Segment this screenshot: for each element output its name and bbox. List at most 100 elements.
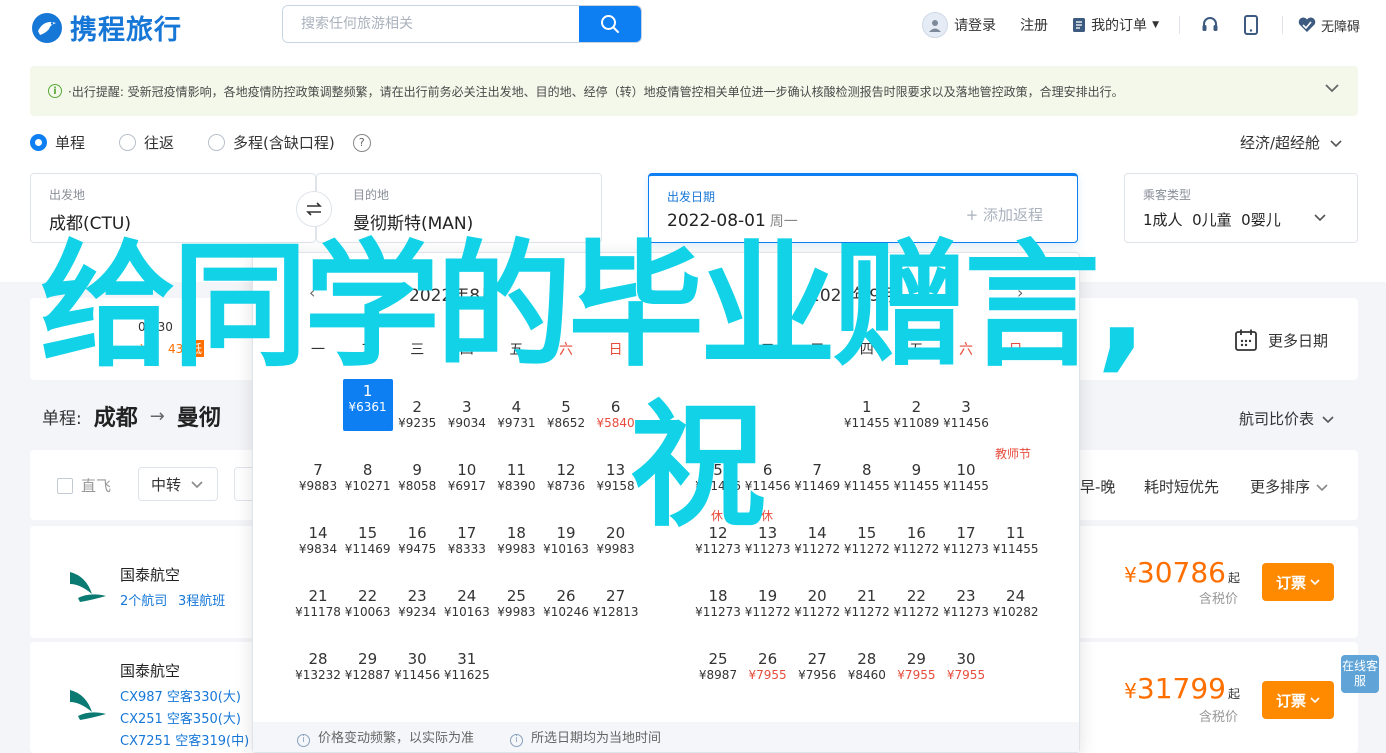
calendar-day[interactable]: 29 ¥12887 (343, 651, 393, 683)
calendar-day[interactable]: 9 ¥8058 (392, 462, 442, 494)
calendar-day[interactable]: 17 ¥8333 (442, 525, 492, 557)
calendar-day[interactable]: 25 ¥9983 (491, 588, 541, 620)
book-button[interactable]: 订票 (1262, 681, 1334, 719)
chevron-down-icon[interactable] (1324, 80, 1340, 96)
add-return-button[interactable]: + 添加返程 (966, 204, 1043, 225)
calendar-day[interactable]: 27 ¥12813 (591, 588, 641, 620)
day-number: 17 (956, 524, 976, 542)
calendar-day[interactable]: 11 ¥8390 (491, 461, 541, 494)
more-dates-button[interactable]: 更多日期 (1234, 328, 1328, 352)
calendar-day[interactable]: 10 ¥11455 (941, 462, 991, 494)
calendar-day[interactable]: 27 ¥7956 (792, 651, 842, 683)
overlay-caption-line1: 给同学的毕业赠言, (40, 228, 1148, 386)
calendar-day[interactable]: 18 ¥11273 (693, 588, 743, 620)
calendar-day[interactable]: 10 ¥6917 (442, 462, 492, 494)
day-price: ¥9034 (447, 416, 486, 430)
calendar-day[interactable]: 12 ¥8736 (541, 462, 591, 494)
calendar-day[interactable]: 16 ¥9475 (392, 525, 442, 557)
route-arrow: → (149, 405, 165, 427)
direct-only-checkbox[interactable]: 直飞 (57, 475, 111, 496)
radio-dot (119, 134, 137, 151)
calendar-day[interactable]: 21 ¥11178 (293, 588, 343, 620)
calendar-day[interactable]: 8 ¥11455 (842, 462, 892, 494)
passenger-field[interactable]: 乘客类型 1成人 0儿童 0婴儿 (1124, 173, 1358, 243)
calendar-day[interactable]: 23 ¥11273 (941, 588, 991, 620)
calendar-day[interactable]: 30 ¥11456 (392, 651, 442, 683)
calendar-day[interactable]: 5 ¥8652 (541, 399, 591, 431)
calendar-day[interactable]: 21 ¥11272 (842, 588, 892, 620)
calendar-day[interactable]: 19 ¥11272 (743, 588, 793, 620)
day-price: ¥9983 (497, 605, 536, 619)
calendar-day[interactable]: 14 ¥9834 (293, 525, 343, 557)
calendar-day[interactable]: 26 ¥7955 (743, 651, 793, 683)
calendar-day[interactable]: 20 ¥11272 (792, 588, 842, 620)
mobile-app-button[interactable] (1243, 15, 1258, 35)
register-link[interactable]: 注册 (1020, 15, 1048, 35)
help-question-icon[interactable]: ? (352, 133, 371, 152)
chevron-down-icon (191, 481, 203, 489)
calendar-day[interactable]: 14 ¥11272 (792, 525, 842, 557)
calendar-day[interactable]: 9 ¥11455 (891, 462, 941, 494)
calendar-day[interactable]: 7 ¥11469 (792, 462, 842, 494)
radio-round-trip[interactable]: 往返 (119, 132, 174, 153)
calendar-day[interactable]: 18 ¥9983 (491, 525, 541, 557)
notice-text: ·出行提醒: 受新冠疫情影响，各地疫情防控政策调整频繁，请在出行前务必关注出发地… (68, 84, 1124, 99)
calendar-day[interactable]: 1 ¥11455 (842, 399, 892, 431)
calendar-day[interactable]: 28 ¥13232 (293, 651, 343, 683)
info-icon: i (510, 733, 524, 747)
calendar-day[interactable]: 22 ¥10063 (343, 588, 393, 620)
online-service-button[interactable]: 在线客服 (1341, 655, 1379, 693)
my-orders-menu[interactable]: 我的订单 ▼ (1072, 15, 1159, 35)
flight-number-link[interactable]: CX251 空客350(大) (120, 708, 241, 727)
radio-one-way[interactable]: 单程 (30, 132, 85, 153)
flight-number-link[interactable]: CX7251 空客319(中) (120, 730, 249, 749)
customer-service-button[interactable] (1200, 15, 1220, 35)
transfer-filter[interactable]: 中转 (138, 467, 218, 501)
calendar-day[interactable]: 11 ¥11455 (991, 525, 1041, 557)
calendar-day[interactable]: 4 ¥9731 (491, 399, 541, 431)
swap-arrows-icon (306, 202, 322, 216)
cabin-class-label: 经济/超经舱 (1239, 134, 1320, 152)
calendar-day[interactable]: 29 ¥7955 (891, 651, 941, 683)
calendar-day[interactable]: 3 ¥9034 (442, 399, 492, 431)
calendar-day[interactable]: 2 ¥11089 (891, 399, 941, 431)
calendar-day[interactable]: 28 ¥8460 (842, 651, 892, 683)
calendar-day[interactable]: 23 ¥9234 (392, 588, 442, 620)
sort-shortest-duration[interactable]: 耗时短优先 (1144, 476, 1219, 497)
book-button[interactable]: 订票 (1262, 563, 1334, 601)
sort-early-late[interactable]: 早-晚 (1080, 476, 1115, 497)
segment-count-link[interactable]: 3程航班 (178, 590, 225, 609)
accessibility-button[interactable]: 无障碍 (1297, 16, 1360, 35)
calendar-day[interactable]: 17 ¥11273 (941, 524, 991, 557)
calendar-day[interactable]: 15 ¥11469 (343, 525, 393, 557)
swap-cities-button[interactable] (296, 191, 332, 227)
calendar-day[interactable]: 15 ¥11272 (842, 525, 892, 557)
calendar-day[interactable]: 2 ¥9235 (392, 399, 442, 431)
calendar-day[interactable]: 25 ¥8987 (693, 651, 743, 683)
calendar-day[interactable]: 7 ¥9883 (293, 462, 343, 494)
more-sort-button[interactable]: 更多排序 (1250, 476, 1328, 497)
flight-number-link[interactable]: CX987 空客330(大) (120, 686, 241, 705)
fare-compare-button[interactable]: 航司比价表 (1239, 408, 1334, 429)
cabin-class-select[interactable]: 经济/超经舱 (1240, 132, 1342, 153)
calendar-day[interactable]: 22 ¥11272 (891, 588, 941, 620)
chevron-down-icon (1322, 415, 1334, 423)
radio-multi-trip[interactable]: 多程(含缺口程) (208, 132, 335, 153)
search-button[interactable] (579, 6, 641, 42)
calendar-day[interactable]: 24 ¥10282 (991, 588, 1041, 620)
logo[interactable]: 携程旅行 (30, 8, 182, 47)
airline-count-link[interactable]: 2个航司 (120, 590, 167, 609)
login-link[interactable]: 请登录 (922, 12, 996, 38)
calendar-day[interactable]: 1 ¥6361 (342, 379, 393, 431)
day-number: 11 (506, 461, 526, 479)
calendar-day[interactable]: 24 ¥10163 (442, 588, 492, 620)
calendar-day[interactable]: 3 ¥11456 (941, 399, 991, 431)
calendar-day[interactable]: 16 ¥11272 (891, 525, 941, 557)
calendar-day[interactable]: 8 ¥10271 (343, 462, 393, 494)
calendar-day[interactable]: 26 ¥10246 (541, 588, 591, 620)
calendar-day[interactable]: 30 ¥7955 (941, 651, 991, 683)
calendar-day[interactable]: 31 ¥11625 (442, 651, 492, 683)
search-input[interactable] (283, 6, 579, 42)
day-price: ¥9235 (398, 416, 437, 430)
calendar-day[interactable]: 19 ¥10163 (541, 525, 591, 557)
